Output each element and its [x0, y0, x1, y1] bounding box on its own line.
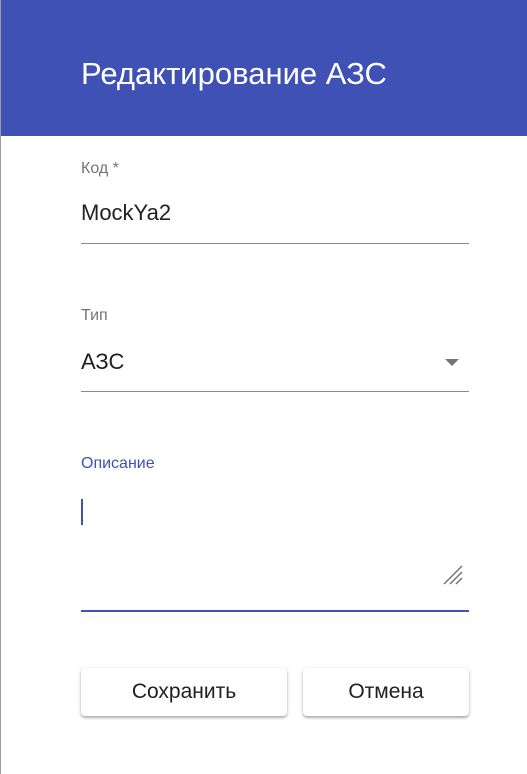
- edit-station-dialog: Редактирование АЗС Код * MockYa2 Тип АЗС…: [0, 0, 527, 774]
- type-select-value[interactable]: АЗС: [81, 349, 124, 375]
- dialog-title: Редактирование АЗС: [81, 56, 387, 91]
- type-select[interactable]: Тип АЗС: [81, 307, 469, 393]
- type-select-label: Тип: [81, 307, 108, 324]
- description-field-underline: [81, 610, 469, 612]
- save-button[interactable]: Сохранить: [81, 668, 287, 716]
- code-field-underline: [81, 243, 469, 244]
- dialog-header: Редактирование АЗС: [1, 0, 527, 136]
- type-select-underline: [81, 391, 469, 392]
- description-field-label: Описание: [81, 455, 155, 472]
- text-cursor: [81, 499, 83, 525]
- code-field-value[interactable]: MockYa2: [81, 200, 171, 226]
- cancel-button[interactable]: Отмена: [303, 668, 469, 716]
- code-field[interactable]: Код * MockYa2: [81, 160, 469, 244]
- dropdown-arrow-icon[interactable]: [445, 359, 459, 366]
- description-field[interactable]: Описание: [81, 455, 469, 615]
- code-field-label: Код *: [81, 160, 119, 177]
- resize-handle-icon[interactable]: [441, 563, 463, 585]
